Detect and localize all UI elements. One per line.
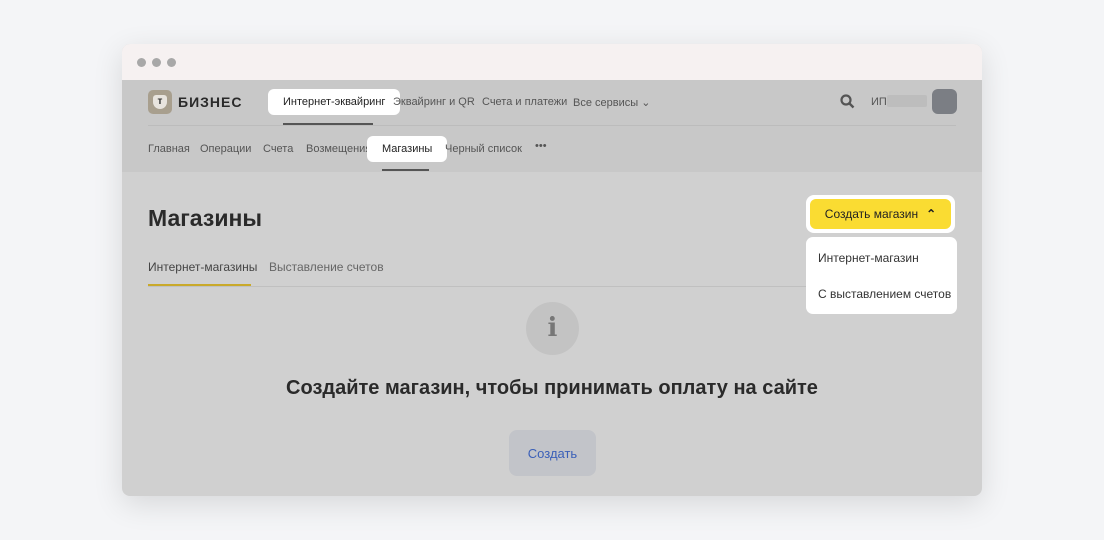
subnav-blacklist[interactable]: Черный список <box>445 143 522 155</box>
subnav-underline <box>382 169 429 171</box>
subnav-accounts[interactable]: Счета <box>263 143 293 155</box>
nav-accounts-payments[interactable]: Счета и платежи <box>482 96 567 108</box>
subnav-shops[interactable]: Магазины <box>367 136 448 162</box>
tab-internet-shops[interactable]: Интернет-магазины <box>148 260 257 274</box>
window-dot[interactable] <box>167 57 176 67</box>
page-title: Магазины <box>148 205 262 231</box>
subnav-main[interactable]: Главная <box>148 143 190 155</box>
tab-invoicing[interactable]: Выставление счетов <box>269 260 384 274</box>
title-bar <box>122 44 982 80</box>
more-icon[interactable]: ••• <box>535 140 547 152</box>
brand[interactable]: БИЗНЕС <box>178 94 242 110</box>
subnav-operations[interactable]: Операции <box>200 143 251 155</box>
user-name-blurred <box>887 95 927 107</box>
create-shop-menu: Интернет-магазин С выставлением счетов <box>806 237 957 314</box>
subnav-refunds[interactable]: Возмещения <box>306 143 371 155</box>
info-icon: i <box>526 302 579 355</box>
logo-icon[interactable]: т <box>148 90 172 114</box>
menu-item-invoicing[interactable]: С выставлением счетов <box>818 287 951 301</box>
nav-all-services[interactable]: Все сервисы ⌄ <box>573 96 650 109</box>
logo-letter: т <box>153 95 167 109</box>
menu-item-internet-shop[interactable]: Интернет-магазин <box>818 251 919 265</box>
empty-state-title: Создайте магазин, чтобы принимать оплату… <box>286 377 818 399</box>
search-icon[interactable] <box>840 94 855 109</box>
chevron-up-icon: ⌃ <box>926 207 937 221</box>
user-name[interactable]: ИП <box>871 96 887 108</box>
window-dot[interactable] <box>152 57 161 67</box>
chevron-down-icon: ⌄ <box>641 97 651 109</box>
header-divider <box>148 125 956 126</box>
browser-window: т БИЗНЕС Интернет-эквайринг Эквайринг и … <box>122 44 982 496</box>
create-shop-button[interactable]: Создать магазин ⌃ <box>806 195 955 233</box>
nav-internet-acquiring[interactable]: Интернет-эквайринг <box>268 89 401 115</box>
create-shop-label: Создать магазин <box>824 207 919 221</box>
nav-all-services-label: Все сервисы <box>573 97 639 109</box>
avatar[interactable] <box>932 89 957 114</box>
nav-acquiring-qr[interactable]: Эквайринг и QR <box>393 96 475 108</box>
window-dot[interactable] <box>137 57 146 67</box>
header: т БИЗНЕС Интернет-эквайринг Эквайринг и … <box>122 80 982 172</box>
create-button[interactable]: Создать <box>509 430 596 476</box>
